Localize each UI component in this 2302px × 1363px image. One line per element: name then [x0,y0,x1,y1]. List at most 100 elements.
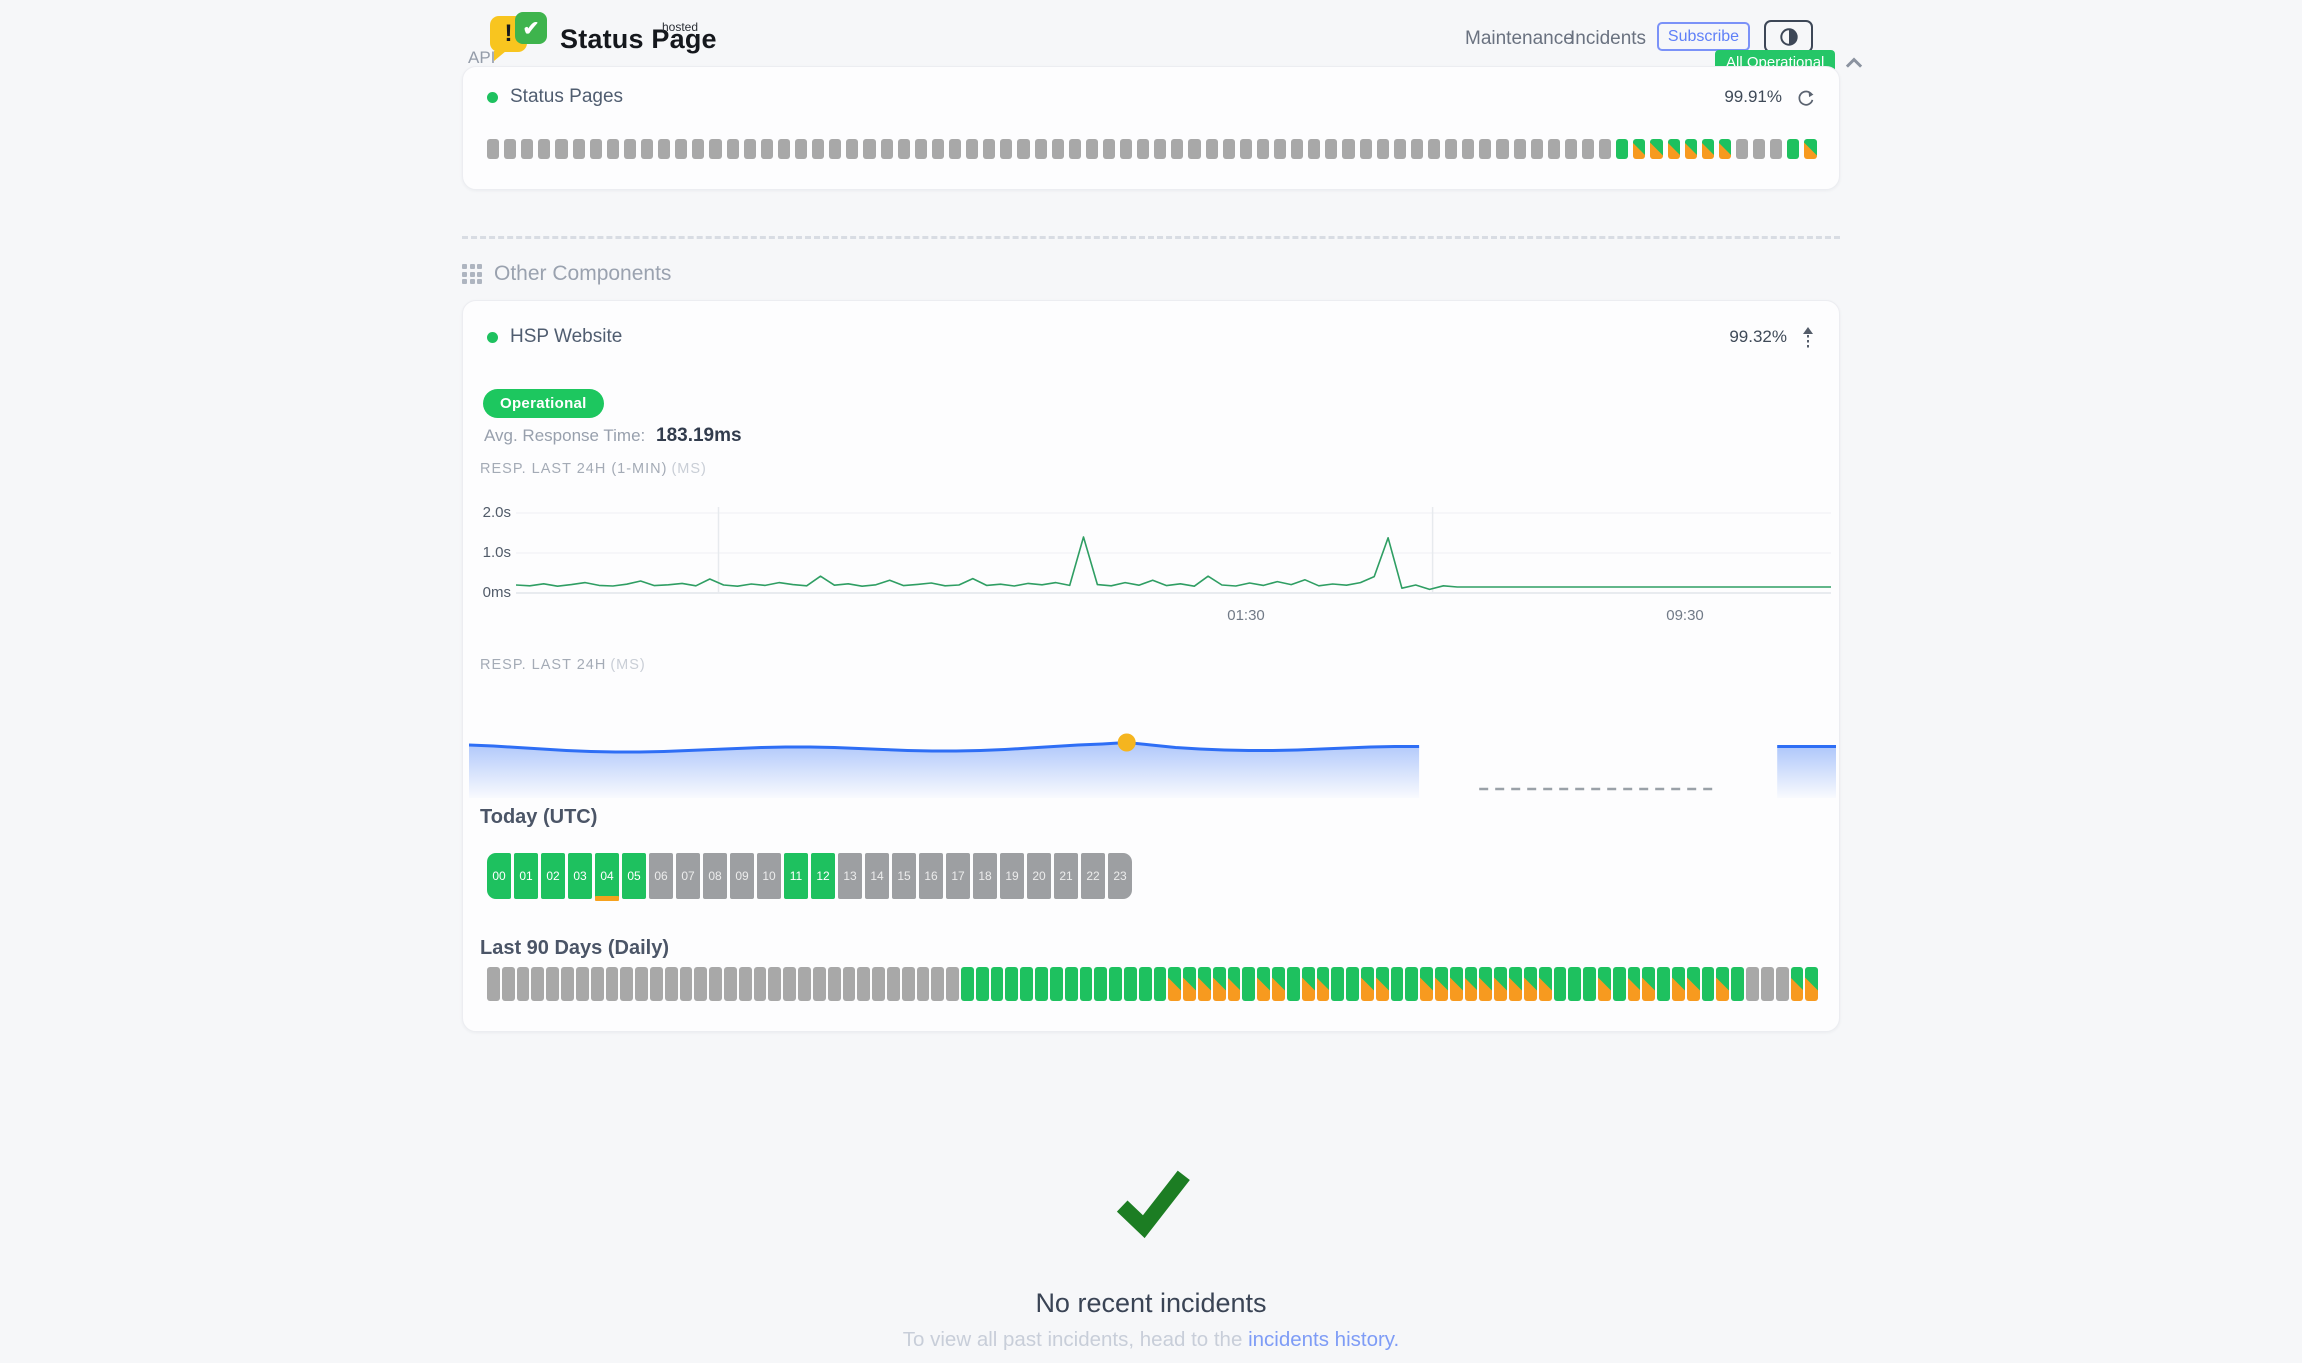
uptime-segment[interactable] [1539,967,1552,1001]
uptime-segment[interactable] [949,139,961,159]
uptime-segment[interactable] [1188,139,1200,159]
uptime-segment[interactable] [812,139,824,159]
uptime-segment[interactable] [1346,967,1359,1001]
uptime-segment[interactable] [1376,967,1389,1001]
uptime-segment[interactable] [1171,139,1183,159]
uptime-segment[interactable] [1568,967,1581,1001]
uptime-segment[interactable] [1746,967,1759,1001]
hour-block-03[interactable]: 03 [568,853,592,899]
uptime-segment[interactable] [778,139,790,159]
uptime-segment[interactable] [1228,967,1241,1001]
uptime-segment[interactable] [1776,967,1789,1001]
uptime-segment[interactable] [1531,139,1543,159]
uptime-segment[interactable] [1331,967,1344,1001]
uptime-segment[interactable] [1342,139,1354,159]
uptime-segment[interactable] [1565,139,1577,159]
uptime-segment[interactable] [521,139,533,159]
uptime-segment[interactable] [1613,967,1626,1001]
uptime-segment[interactable] [1168,967,1181,1001]
uptime-segment[interactable] [1716,967,1729,1001]
uptime-segment[interactable] [1428,139,1440,159]
uptime-segment[interactable] [607,139,619,159]
uptime-segment[interactable] [1005,967,1018,1001]
uptime-segment[interactable] [1035,139,1047,159]
uptime-segment[interactable] [1394,139,1406,159]
incidents-history-link[interactable]: incidents history. [1248,1328,1399,1351]
uptime-segment[interactable] [1242,967,1255,1001]
uptime-segment[interactable] [561,967,574,1001]
hour-block-12[interactable]: 12 [811,853,835,899]
uptime-segment[interactable] [932,139,944,159]
uptime-segment[interactable] [898,139,910,159]
uptime-segment[interactable] [881,139,893,159]
hour-block-14[interactable]: 14 [865,853,889,899]
uptime-segment[interactable] [1650,139,1662,159]
uptime-segment[interactable] [1035,967,1048,1001]
uptime-segment[interactable] [1223,139,1235,159]
uptime-segment[interactable] [546,967,559,1001]
uptime-segment[interactable] [1198,967,1211,1001]
uptime-segment[interactable] [1509,967,1522,1001]
uptime-segment[interactable] [872,967,885,1001]
uptime-segment[interactable] [665,967,678,1001]
uptime-segment[interactable] [606,967,619,1001]
uptime-segment[interactable] [650,967,663,1001]
uptime-segment[interactable] [1548,139,1560,159]
uptime-segment[interactable] [887,967,900,1001]
uptime-segment[interactable] [692,139,704,159]
uptime-segment[interactable] [1524,967,1537,1001]
uptime-segment[interactable] [946,967,959,1001]
uptime-segment[interactable] [1753,139,1765,159]
uptime-segment[interactable] [1377,139,1389,159]
uptime-segment[interactable] [1805,967,1818,1001]
brand-logo[interactable]: ! ✔ Status Page hosted [490,12,717,60]
uptime-segment[interactable] [624,139,636,159]
uptime-segment[interactable] [590,139,602,159]
uptime-segment[interactable] [1154,139,1166,159]
uptime-segment[interactable] [991,967,1004,1001]
uptime-segment[interactable] [983,139,995,159]
uptime-segment[interactable] [658,139,670,159]
uptime-segment[interactable] [915,139,927,159]
uptime-segment[interactable] [1628,967,1641,1001]
uptime-segment[interactable] [694,967,707,1001]
uptime-segment[interactable] [1787,139,1799,159]
uptime-segment[interactable] [813,967,826,1001]
theme-toggle-button[interactable] [1764,20,1813,53]
hour-block-19[interactable]: 19 [1000,853,1024,899]
hour-block-04[interactable]: 04 [595,853,619,899]
uptime-segment[interactable] [1000,139,1012,159]
uptime-segment[interactable] [724,967,737,1001]
uptime-segment[interactable] [1761,967,1774,1001]
uptime-segment[interactable] [591,967,604,1001]
uptime-segment[interactable] [976,967,989,1001]
uptime-segment[interactable] [768,967,781,1001]
uptime-segment[interactable] [739,967,752,1001]
uptime-segment[interactable] [1642,967,1655,1001]
uptime-segment[interactable] [709,139,721,159]
uptime-segment[interactable] [635,967,648,1001]
uptime-segment[interactable] [1598,967,1611,1001]
uptime-segment[interactable] [795,139,807,159]
uptime-segment[interactable] [709,967,722,1001]
uptime-segment[interactable] [727,139,739,159]
uptime-segment[interactable] [1103,139,1115,159]
uptime-segment[interactable] [1582,139,1594,159]
uptime-segment[interactable] [966,139,978,159]
uptime-segment[interactable] [1325,139,1337,159]
uptime-segment[interactable] [1109,967,1122,1001]
uptime-segment[interactable] [487,967,500,1001]
uptime-segment[interactable] [1583,967,1596,1001]
uptime-segment[interactable] [1668,139,1680,159]
uptime-segment[interactable] [1633,139,1645,159]
uptime-segment[interactable] [846,139,858,159]
uptime-segment[interactable] [538,139,550,159]
uptime-segment[interactable] [1183,967,1196,1001]
uptime-segment[interactable] [1052,139,1064,159]
uptime-segment[interactable] [1554,967,1567,1001]
uptime-segment[interactable] [1770,139,1782,159]
uptime-segment[interactable] [675,139,687,159]
uptime-segment[interactable] [555,139,567,159]
uptime-segment[interactable] [1240,139,1252,159]
collapse-up-arrow-icon[interactable] [1801,326,1815,349]
